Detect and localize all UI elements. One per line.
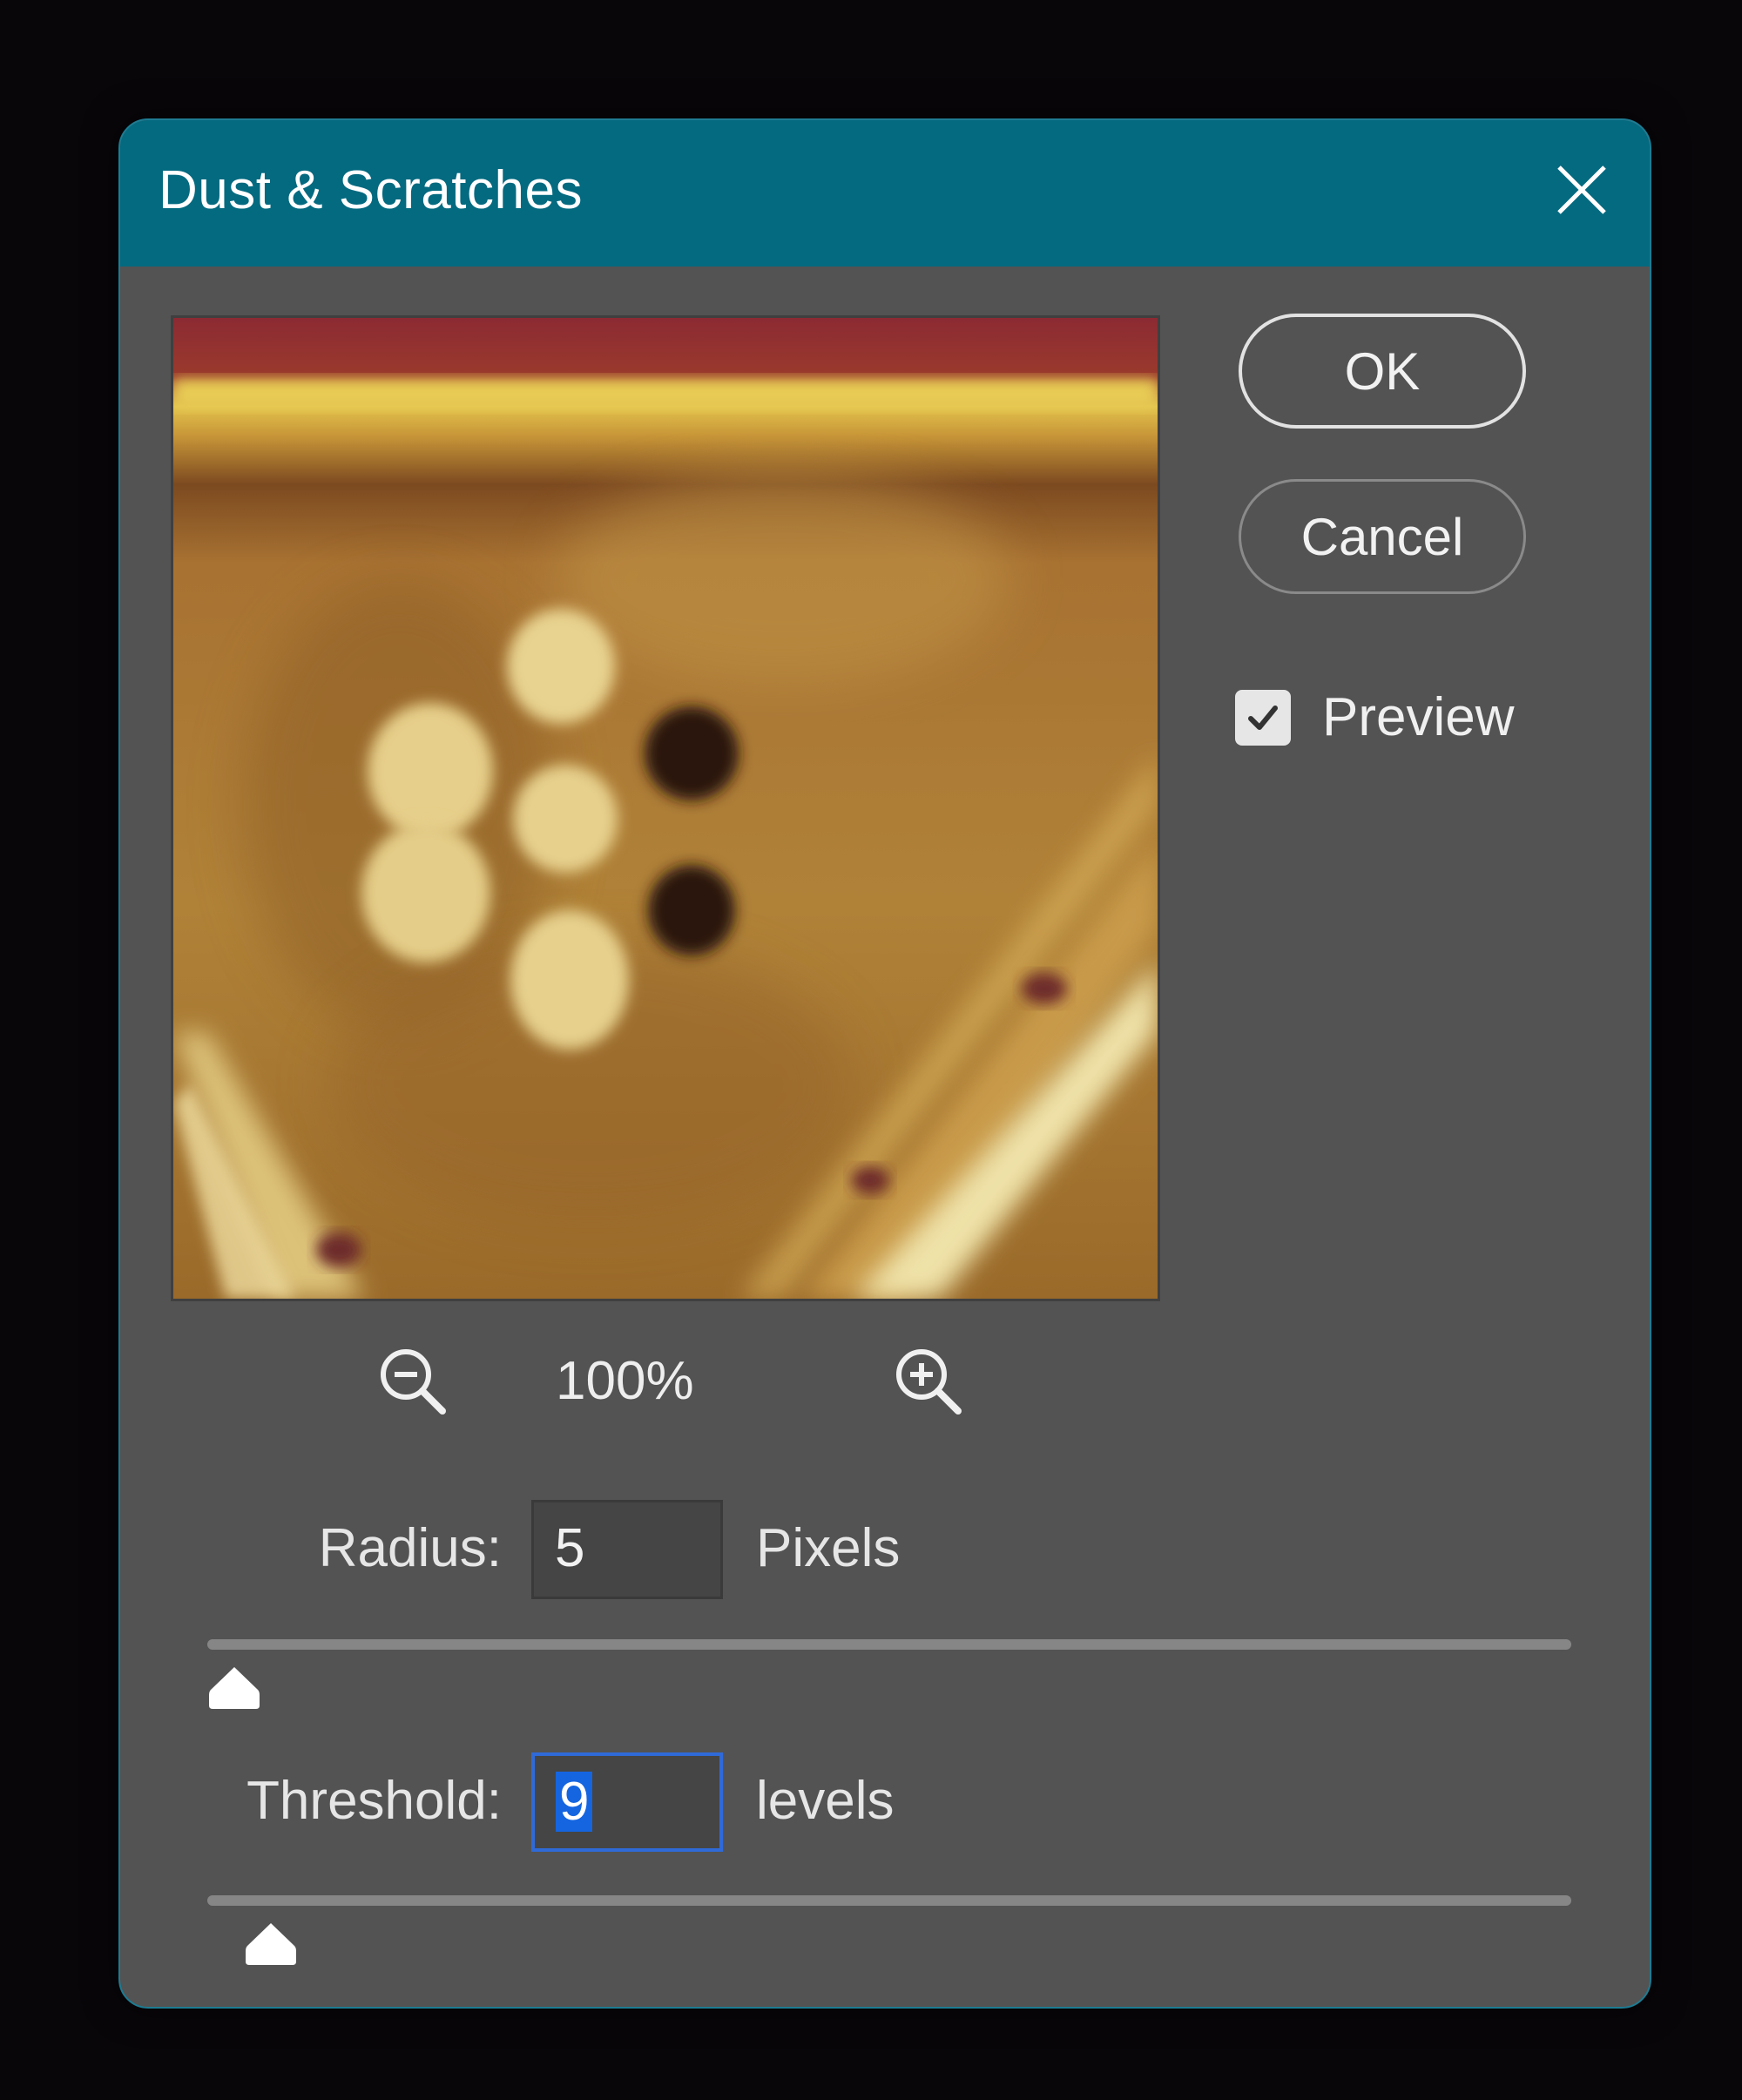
dust-scratches-dialog: Dust & Scratches OK Cancel Preview 100% … [118, 118, 1651, 2009]
zoom-level: 100% [556, 1351, 694, 1411]
dialog-title: Dust & Scratches [159, 160, 583, 220]
threshold-input[interactable]: 9 [531, 1752, 723, 1852]
threshold-slider-track[interactable] [207, 1895, 1571, 1906]
checkmark-icon [1248, 705, 1278, 730]
radius-slider-thumb[interactable] [207, 1664, 261, 1712]
preview-label: Preview [1322, 687, 1515, 747]
radius-input[interactable]: 5 [531, 1500, 723, 1599]
preview-checkbox[interactable] [1235, 689, 1291, 746]
ok-button[interactable]: OK [1239, 314, 1526, 429]
close-button[interactable] [1547, 155, 1617, 225]
title-bar[interactable]: Dust & Scratches [120, 120, 1650, 267]
filter-preview-image[interactable] [171, 315, 1160, 1301]
radius-label: Radius: [318, 1518, 502, 1578]
zoom-out-button[interactable] [375, 1343, 453, 1421]
slider-thumb-icon [246, 1923, 296, 1965]
radius-unit: Pixels [756, 1518, 901, 1578]
threshold-unit: levels [756, 1771, 895, 1831]
slider-thumb-icon [209, 1667, 260, 1709]
threshold-label: Threshold: [246, 1771, 502, 1831]
close-icon [1557, 165, 1606, 214]
radius-slider-track[interactable] [207, 1639, 1571, 1650]
threshold-slider-thumb[interactable] [244, 1920, 298, 1968]
threshold-value-selected: 9 [556, 1772, 593, 1832]
preview-checkbox-row[interactable]: Preview [1235, 686, 1515, 748]
zoom-in-icon [896, 1349, 962, 1415]
cancel-button[interactable]: Cancel [1239, 479, 1526, 594]
zoom-out-icon [381, 1349, 446, 1415]
zoom-in-button[interactable] [890, 1343, 969, 1421]
